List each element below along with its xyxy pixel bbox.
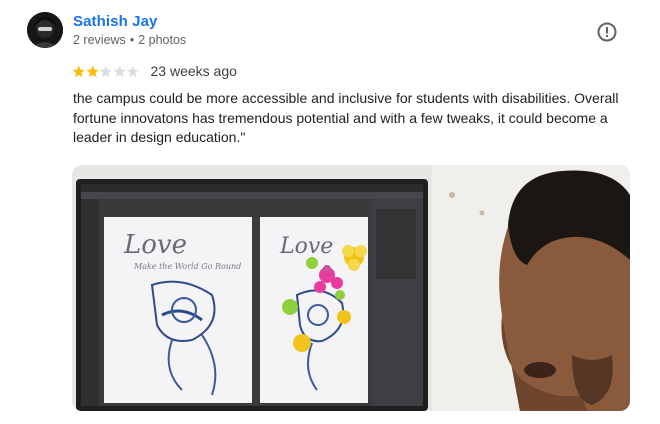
avatar-icon [27,12,63,48]
report-review-button[interactable] [596,21,618,43]
report-icon [597,22,617,42]
review-photo[interactable]: Love Make the World Go Round Love [72,165,630,411]
review-count: 2 reviews [73,33,126,47]
meta-separator: • [129,33,135,47]
star-icon [86,65,99,77]
reviewer-name-link[interactable]: Sathish Jay [73,13,157,30]
reviewer-avatar[interactable] [27,12,63,48]
review-rating: 23 weeks ago [72,63,237,79]
star-icon [99,65,112,77]
star-rating [72,65,140,78]
photo-count: 2 photos [138,33,187,47]
star-icon [126,65,139,77]
star-icon [72,65,85,77]
review-age: 23 weeks ago [150,63,237,79]
star-icon [113,65,126,77]
review-photo-image: Love Make the World Go Round Love [72,165,630,411]
svg-text:Make the World Go Round: Make the World Go Round [133,262,241,271]
review-text: the campus could be more accessible and … [73,90,619,145]
reviewer-stats: 2 reviews • 2 photos [73,33,186,47]
svg-text:Love: Love [123,230,187,260]
svg-text:Love: Love [279,234,333,259]
